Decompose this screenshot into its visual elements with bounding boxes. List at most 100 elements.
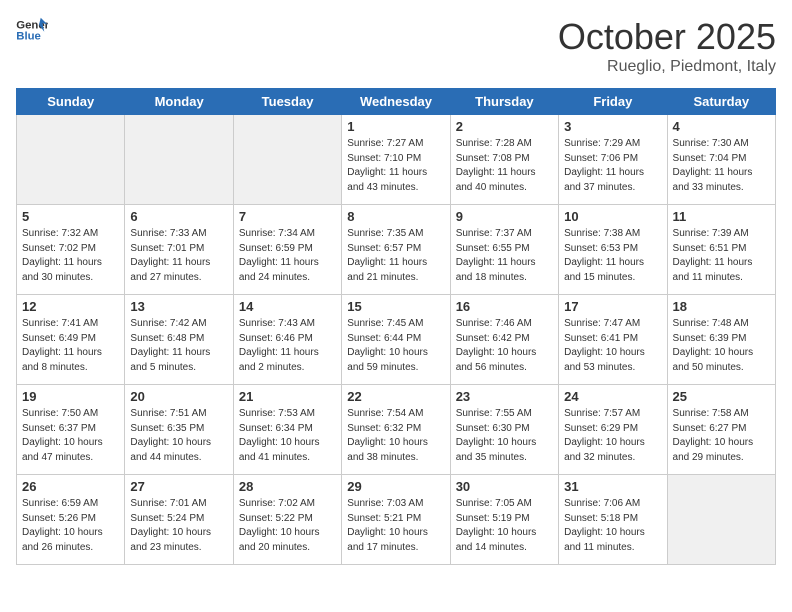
day-info: Sunrise: 7:58 AMSunset: 6:27 PMDaylight:… bbox=[673, 407, 770, 465]
day-info: Sunrise: 7:50 AMSunset: 6:37 PMDaylight:… bbox=[22, 407, 119, 465]
day-number: 24 bbox=[564, 389, 661, 404]
day-number: 30 bbox=[456, 479, 553, 494]
day-number: 25 bbox=[673, 389, 770, 404]
day-number: 20 bbox=[130, 389, 227, 404]
calendar-cell bbox=[125, 115, 233, 205]
svg-text:Blue: Blue bbox=[16, 31, 41, 43]
day-info: Sunrise: 7:27 AMSunset: 7:10 PMDaylight:… bbox=[347, 137, 444, 195]
day-headers-row: SundayMondayTuesdayWednesdayThursdayFrid… bbox=[17, 89, 776, 115]
day-header-friday: Friday bbox=[559, 89, 667, 115]
day-header-wednesday: Wednesday bbox=[342, 89, 450, 115]
day-info: Sunrise: 7:02 AMSunset: 5:22 PMDaylight:… bbox=[239, 497, 336, 555]
calendar-week-row: 12 Sunrise: 7:41 AMSunset: 6:49 PMDayligh… bbox=[17, 295, 776, 385]
calendar-cell: 6 Sunrise: 7:33 AMSunset: 7:01 PMDaylight… bbox=[125, 205, 233, 295]
calendar-cell: 15Sunrise: 7:45 AMSunset: 6:44 PMDayligh… bbox=[342, 295, 450, 385]
day-number: 11 bbox=[673, 209, 770, 224]
calendar-cell: 4Sunrise: 7:30 AMSunset: 7:04 PMDaylight… bbox=[667, 115, 775, 205]
day-info: Sunrise: 7:30 AMSunset: 7:04 PMDaylight:… bbox=[673, 137, 770, 195]
calendar-cell: 17Sunrise: 7:47 AMSunset: 6:41 PMDayligh… bbox=[559, 295, 667, 385]
calendar-cell bbox=[233, 115, 341, 205]
day-number: 31 bbox=[564, 479, 661, 494]
day-info: Sunrise: 7:45 AMSunset: 6:44 PMDaylight:… bbox=[347, 317, 444, 375]
calendar-cell: 21 Sunrise: 7:53 AMSunset: 6:34 PMDayligh… bbox=[233, 385, 341, 475]
day-number: 6 bbox=[130, 209, 227, 224]
day-number: 27 bbox=[130, 479, 227, 494]
calendar-cell: 28 Sunrise: 7:02 AMSunset: 5:22 PMDayligh… bbox=[233, 475, 341, 565]
day-number: 19 bbox=[22, 389, 119, 404]
calendar-cell: 3 Sunrise: 7:29 AMSunset: 7:06 PMDaylight… bbox=[559, 115, 667, 205]
day-number: 7 bbox=[239, 209, 336, 224]
day-number: 18 bbox=[673, 299, 770, 314]
calendar-week-row: 1 Sunrise: 7:27 AMSunset: 7:10 PMDaylight… bbox=[17, 115, 776, 205]
day-number: 12 bbox=[22, 299, 119, 314]
day-number: 29 bbox=[347, 479, 444, 494]
calendar-cell bbox=[667, 475, 775, 565]
page-header: General Blue October 2025 Rueglio, Piedm… bbox=[16, 16, 776, 76]
day-info: Sunrise: 7:41 AMSunset: 6:49 PMDaylight:… bbox=[22, 317, 119, 375]
day-header-saturday: Saturday bbox=[667, 89, 775, 115]
day-number: 16 bbox=[456, 299, 553, 314]
day-info: Sunrise: 7:34 AMSunset: 6:59 PMDaylight:… bbox=[239, 227, 336, 285]
logo: General Blue bbox=[16, 16, 48, 44]
day-header-sunday: Sunday bbox=[17, 89, 125, 115]
calendar-table: SundayMondayTuesdayWednesdayThursdayFrid… bbox=[16, 88, 776, 565]
day-info: Sunrise: 7:37 AMSunset: 6:55 PMDaylight:… bbox=[456, 227, 553, 285]
day-info: Sunrise: 7:28 AMSunset: 7:08 PMDaylight:… bbox=[456, 137, 553, 195]
month-title: October 2025 bbox=[558, 16, 776, 58]
calendar-cell: 23Sunrise: 7:55 AMSunset: 6:30 PMDayligh… bbox=[450, 385, 558, 475]
day-number: 9 bbox=[456, 209, 553, 224]
calendar-cell: 13Sunrise: 7:42 AMSunset: 6:48 PMDayligh… bbox=[125, 295, 233, 385]
day-info: Sunrise: 7:03 AMSunset: 5:21 PMDaylight:… bbox=[347, 497, 444, 555]
calendar-cell: 10Sunrise: 7:38 AMSunset: 6:53 PMDayligh… bbox=[559, 205, 667, 295]
day-info: Sunrise: 7:53 AMSunset: 6:34 PMDaylight:… bbox=[239, 407, 336, 465]
day-number: 22 bbox=[347, 389, 444, 404]
day-info: Sunrise: 7:33 AMSunset: 7:01 PMDaylight:… bbox=[130, 227, 227, 285]
calendar-cell: 24 Sunrise: 7:57 AMSunset: 6:29 PMDayligh… bbox=[559, 385, 667, 475]
calendar-cell: 18 Sunrise: 7:48 AMSunset: 6:39 PMDayligh… bbox=[667, 295, 775, 385]
day-number: 13 bbox=[130, 299, 227, 314]
location: Rueglio, Piedmont, Italy bbox=[558, 58, 776, 76]
day-info: Sunrise: 7:51 AMSunset: 6:35 PMDaylight:… bbox=[130, 407, 227, 465]
calendar-cell: 5Sunrise: 7:32 AMSunset: 7:02 PMDaylight… bbox=[17, 205, 125, 295]
calendar-cell: 14 Sunrise: 7:43 AMSunset: 6:46 PMDayligh… bbox=[233, 295, 341, 385]
day-number: 21 bbox=[239, 389, 336, 404]
day-info: Sunrise: 7:43 AMSunset: 6:46 PMDaylight:… bbox=[239, 317, 336, 375]
day-header-tuesday: Tuesday bbox=[233, 89, 341, 115]
calendar-cell: 31 Sunrise: 7:06 AMSunset: 5:18 PMDayligh… bbox=[559, 475, 667, 565]
day-info: Sunrise: 7:29 AMSunset: 7:06 PMDaylight:… bbox=[564, 137, 661, 195]
calendar-cell: 20 Sunrise: 7:51 AMSunset: 6:35 PMDayligh… bbox=[125, 385, 233, 475]
day-number: 1 bbox=[347, 119, 444, 134]
day-header-thursday: Thursday bbox=[450, 89, 558, 115]
calendar-cell: 27Sunrise: 7:01 AMSunset: 5:24 PMDayligh… bbox=[125, 475, 233, 565]
day-info: Sunrise: 7:55 AMSunset: 6:30 PMDaylight:… bbox=[456, 407, 553, 465]
calendar-cell: 11Sunrise: 7:39 AMSunset: 6:51 PMDayligh… bbox=[667, 205, 775, 295]
day-number: 3 bbox=[564, 119, 661, 134]
title-block: October 2025 Rueglio, Piedmont, Italy bbox=[558, 16, 776, 76]
day-info: Sunrise: 7:54 AMSunset: 6:32 PMDaylight:… bbox=[347, 407, 444, 465]
day-number: 8 bbox=[347, 209, 444, 224]
day-info: Sunrise: 7:48 AMSunset: 6:39 PMDaylight:… bbox=[673, 317, 770, 375]
day-info: Sunrise: 7:06 AMSunset: 5:18 PMDaylight:… bbox=[564, 497, 661, 555]
calendar-cell: 2 Sunrise: 7:28 AMSunset: 7:08 PMDaylight… bbox=[450, 115, 558, 205]
calendar-cell: 16 Sunrise: 7:46 AMSunset: 6:42 PMDayligh… bbox=[450, 295, 558, 385]
day-number: 14 bbox=[239, 299, 336, 314]
day-number: 26 bbox=[22, 479, 119, 494]
calendar-cell: 8 Sunrise: 7:35 AMSunset: 6:57 PMDaylight… bbox=[342, 205, 450, 295]
calendar-cell: 9 Sunrise: 7:37 AMSunset: 6:55 PMDaylight… bbox=[450, 205, 558, 295]
calendar-cell: 25 Sunrise: 7:58 AMSunset: 6:27 PMDayligh… bbox=[667, 385, 775, 475]
day-info: Sunrise: 7:35 AMSunset: 6:57 PMDaylight:… bbox=[347, 227, 444, 285]
logo-icon: General Blue bbox=[16, 16, 48, 44]
day-number: 28 bbox=[239, 479, 336, 494]
day-number: 10 bbox=[564, 209, 661, 224]
day-number: 5 bbox=[22, 209, 119, 224]
calendar-cell: 1 Sunrise: 7:27 AMSunset: 7:10 PMDaylight… bbox=[342, 115, 450, 205]
day-info: Sunrise: 7:46 AMSunset: 6:42 PMDaylight:… bbox=[456, 317, 553, 375]
calendar-week-row: 5Sunrise: 7:32 AMSunset: 7:02 PMDaylight… bbox=[17, 205, 776, 295]
day-info: Sunrise: 7:57 AMSunset: 6:29 PMDaylight:… bbox=[564, 407, 661, 465]
calendar-cell: 7 Sunrise: 7:34 AMSunset: 6:59 PMDaylight… bbox=[233, 205, 341, 295]
calendar-week-row: 19 Sunrise: 7:50 AMSunset: 6:37 PMDayligh… bbox=[17, 385, 776, 475]
day-info: Sunrise: 7:47 AMSunset: 6:41 PMDaylight:… bbox=[564, 317, 661, 375]
day-number: 2 bbox=[456, 119, 553, 134]
calendar-cell: 19 Sunrise: 7:50 AMSunset: 6:37 PMDayligh… bbox=[17, 385, 125, 475]
calendar-cell: 26Sunrise: 6:59 AMSunset: 5:26 PMDayligh… bbox=[17, 475, 125, 565]
